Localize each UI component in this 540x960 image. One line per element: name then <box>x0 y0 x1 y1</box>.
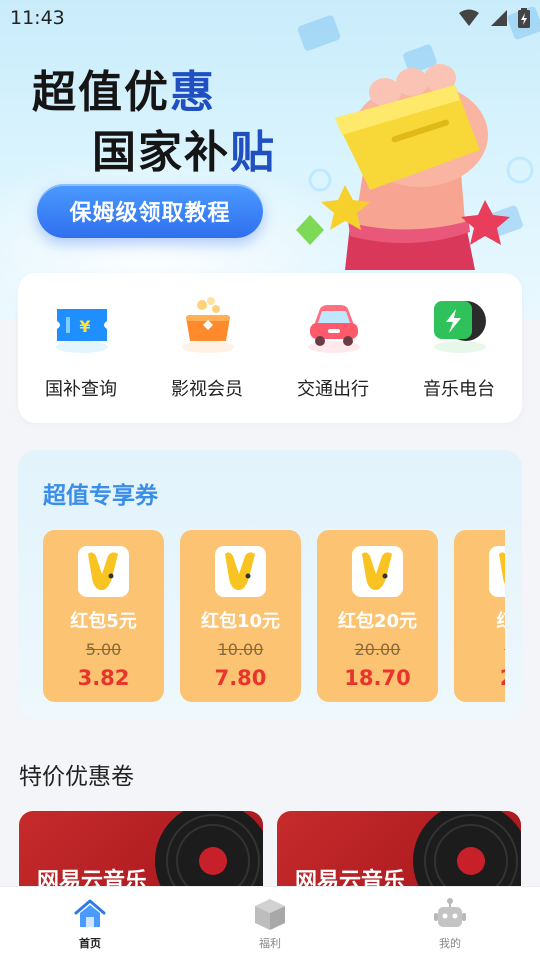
coupon-card[interactable]: 红包5元 5.00 3.82 <box>43 530 164 702</box>
coupon-card[interactable]: 红包20元 20.00 18.70 <box>317 530 438 702</box>
category-label: 国补查询 <box>45 379 117 400</box>
special-offers-title: 特价优惠卷 <box>19 764 134 790</box>
coupon-sale-price: 29 <box>454 666 505 690</box>
claim-guide-button[interactable]: 保姆级领取教程 <box>37 184 263 238</box>
coupon-original-price: 5.00 <box>85 640 122 659</box>
ticket-icon: ¥ <box>56 309 108 353</box>
coupon-name: 红包5元 <box>70 611 137 632</box>
coupon-name: 红包10元 <box>200 611 281 632</box>
tab-benefits[interactable]: 福利 <box>180 887 360 960</box>
coupon-name: 红包20元 <box>337 611 418 632</box>
robot-icon <box>434 898 466 927</box>
bunny-logo-icon <box>215 546 266 597</box>
tab-label: 首页 <box>79 937 101 950</box>
svg-text:¥: ¥ <box>79 317 90 336</box>
category-transportation[interactable]: 交通出行 <box>270 273 396 423</box>
banner-title-line1: 超值优惠 <box>32 67 216 118</box>
tab-label: 我的 <box>439 937 461 950</box>
category-label: 交通出行 <box>297 379 369 400</box>
signal-icon <box>491 10 507 26</box>
coupon-sale-price: 3.82 <box>77 666 130 690</box>
hand-holding-card-illustration <box>296 64 534 270</box>
coupon-panel: 超值专享券 红包5元 5.00 3.82 红包10元 10.00 7.80 红包… <box>18 450 522 720</box>
category-music-radio[interactable]: 音乐电台 <box>396 273 522 423</box>
category-label: 音乐电台 <box>423 379 495 400</box>
tab-home[interactable]: 首页 <box>0 887 180 960</box>
category-label: 影视会员 <box>171 379 243 400</box>
coupon-sale-price: 18.70 <box>344 666 411 690</box>
wifi-icon <box>459 9 479 26</box>
bunny-logo-icon <box>352 546 403 597</box>
gift-box-icon <box>255 899 285 930</box>
coupon-original-price: 10.00 <box>217 640 264 659</box>
tab-label: 福利 <box>259 937 281 950</box>
coupon-section-title: 超值专享券 <box>43 483 158 509</box>
status-bar: 11:43 <box>0 0 540 36</box>
category-card: ¥ 国补查询 影视会员 交通出行 音乐电台 <box>18 273 522 423</box>
home-icon <box>74 899 106 927</box>
bunny-logo-icon <box>489 546 505 597</box>
coupon-card[interactable]: 红包10元 10.00 7.80 <box>180 530 301 702</box>
battery-icon <box>518 8 530 28</box>
music-icon <box>434 301 486 353</box>
tab-mine[interactable]: 我的 <box>360 887 540 960</box>
coupon-original-price: 20.00 <box>354 640 401 659</box>
bottom-tab-bar: 首页 福利 我的 <box>0 886 540 960</box>
popcorn-icon <box>182 297 234 353</box>
bunny-logo-icon <box>78 546 129 597</box>
coupon-name: 红包 <box>454 607 506 633</box>
banner-title-line2: 国家补贴 <box>92 127 276 178</box>
coupon-original-price: 30 <box>454 640 505 659</box>
car-icon <box>308 305 360 353</box>
hero-banner[interactable]: 11:43 超值优惠 国家补贴 保姆级领取教程 <box>0 0 540 320</box>
coupon-card[interactable]: 红包 30 29 <box>454 530 505 702</box>
coupon-carousel[interactable]: 红包5元 5.00 3.82 红包10元 10.00 7.80 红包20元 20… <box>43 530 505 702</box>
coupon-sale-price: 7.80 <box>214 666 267 690</box>
status-time: 11:43 <box>10 7 65 29</box>
category-video-membership[interactable]: 影视会员 <box>144 273 270 423</box>
category-national-subsidy-query[interactable]: ¥ 国补查询 <box>18 273 144 423</box>
